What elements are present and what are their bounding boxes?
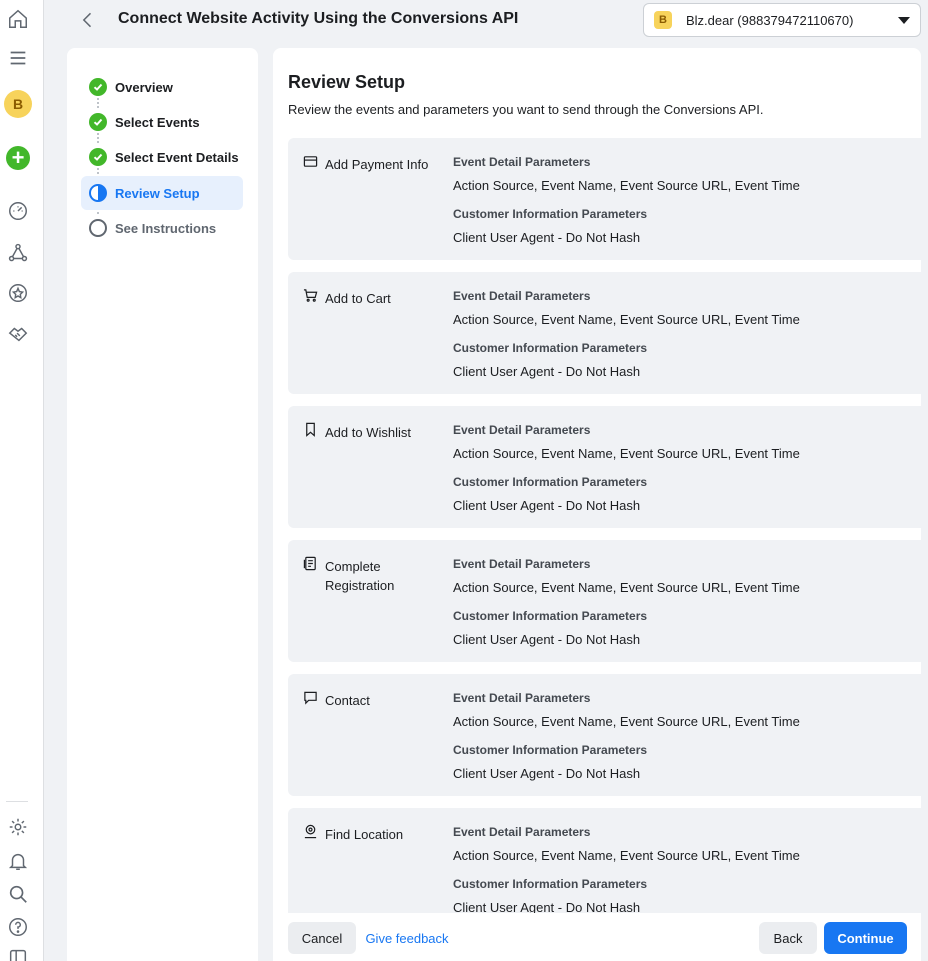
help-icon[interactable] [6,915,30,939]
event-detail-values: Action Source, Event Name, Event Source … [453,312,800,327]
account-badge: B [654,11,672,29]
page-title: Connect Website Activity Using the Conve… [118,10,519,27]
back-button[interactable]: Back [759,922,817,954]
review-panel: Review Setup Review the events and param… [273,48,921,961]
step-select-event-details[interactable]: Select Event Details [81,140,243,174]
customer-info-heading: Customer Information Parameters [453,475,648,489]
customer-info-heading: Customer Information Parameters [453,207,648,221]
event-detail-heading: Event Detail Parameters [453,691,591,705]
give-feedback-link[interactable]: Give feedback [359,922,455,954]
panel-icon[interactable] [6,946,30,961]
event-detail-values: Action Source, Event Name, Event Source … [453,178,800,193]
event-name: Find Location [325,827,404,842]
chat-icon [303,690,319,706]
event-name: Add Payment Info [325,157,429,172]
step-see-instructions[interactable]: See Instructions [81,211,243,245]
event-detail-values: Action Source, Event Name, Event Source … [453,714,800,729]
home-icon[interactable] [6,7,30,31]
step-review-setup[interactable]: Review Setup [81,176,243,210]
event-detail-heading: Event Detail Parameters [453,155,591,169]
customer-info-heading: Customer Information Parameters [453,341,648,355]
event-detail-heading: Event Detail Parameters [453,289,591,303]
avatar[interactable]: B [4,90,32,118]
customer-info-heading: Customer Information Parameters [453,609,648,623]
event-card: Find Location Event Detail Parameters Ac… [288,808,921,913]
steps-panel: Overview Select Events Select Event Deta… [67,48,258,961]
search-icon[interactable] [6,882,30,906]
customer-info-values: Client User Agent - Do Not Hash [453,230,641,245]
customer-info-heading: Customer Information Parameters [453,877,648,891]
network-icon[interactable] [6,241,30,265]
rail-divider [6,801,28,802]
event-detail-heading: Event Detail Parameters [453,557,591,571]
account-name: Blz.dear (988379472110670) [686,12,854,28]
event-card: Complete Registration Event Detail Param… [288,540,921,662]
empty-circle-icon [89,219,107,237]
step-label: Review Setup [115,185,200,201]
event-detail-heading: Event Detail Parameters [453,825,591,839]
menu-icon[interactable] [6,46,30,70]
event-card: Add to Wishlist Event Detail Parameters … [288,406,921,528]
dashboard-icon[interactable] [6,199,30,223]
customer-info-heading: Customer Information Parameters [453,743,648,757]
in-progress-icon [89,184,107,202]
customer-info-values: Client User Agent - Do Not Hash [453,498,641,513]
check-icon [89,78,107,96]
event-card: Contact Event Detail Parameters Action S… [288,674,921,796]
location-icon [303,824,319,840]
bookmark-icon [303,422,319,438]
settings-icon[interactable] [6,815,30,839]
registration-icon [303,556,319,572]
cancel-button[interactable]: Cancel [288,922,356,954]
caret-down-icon [898,16,910,24]
event-detail-heading: Event Detail Parameters [453,423,591,437]
step-label: See Instructions [115,220,217,236]
footer-bar: Cancel Give feedback Back Continue [273,913,921,961]
step-label: Select Event Details [115,149,239,165]
event-detail-values: Action Source, Event Name, Event Source … [453,446,800,461]
customer-info-values: Client User Agent - Do Not Hash [453,900,641,913]
customer-info-values: Client User Agent - Do Not Hash [453,766,641,781]
customer-info-values: Client User Agent - Do Not Hash [453,364,641,379]
event-name: Contact [325,693,370,708]
event-name: Add to Wishlist [325,425,411,440]
step-select-events[interactable]: Select Events [81,105,243,139]
review-description: Review the events and parameters you wan… [288,102,764,117]
check-icon [89,113,107,131]
account-selector[interactable]: B Blz.dear (988379472110670) [643,3,921,37]
notifications-icon[interactable] [6,849,30,873]
cart-icon [303,288,319,304]
event-detail-values: Action Source, Event Name, Event Source … [453,848,800,863]
star-icon[interactable] [6,281,30,305]
review-title: Review Setup [288,72,406,92]
customer-info-values: Client User Agent - Do Not Hash [453,632,641,647]
event-list[interactable]: Add Payment Info Event Detail Parameters… [288,138,921,913]
continue-button[interactable]: Continue [824,922,907,954]
check-icon [89,148,107,166]
card-icon [303,154,319,170]
add-icon[interactable]: + [6,146,30,170]
back-chevron-icon[interactable] [76,8,100,32]
handshake-icon[interactable] [6,322,30,346]
event-detail-values: Action Source, Event Name, Event Source … [453,580,800,595]
step-overview[interactable]: Overview [81,70,243,104]
step-label: Overview [115,79,173,95]
step-label: Select Events [115,114,200,130]
event-name: Add to Cart [325,291,391,306]
event-name: Complete Registration [325,559,395,593]
event-card: Add Payment Info Event Detail Parameters… [288,138,921,260]
event-card: Add to Cart Event Detail Parameters Acti… [288,272,921,394]
left-rail: B + [0,0,44,961]
